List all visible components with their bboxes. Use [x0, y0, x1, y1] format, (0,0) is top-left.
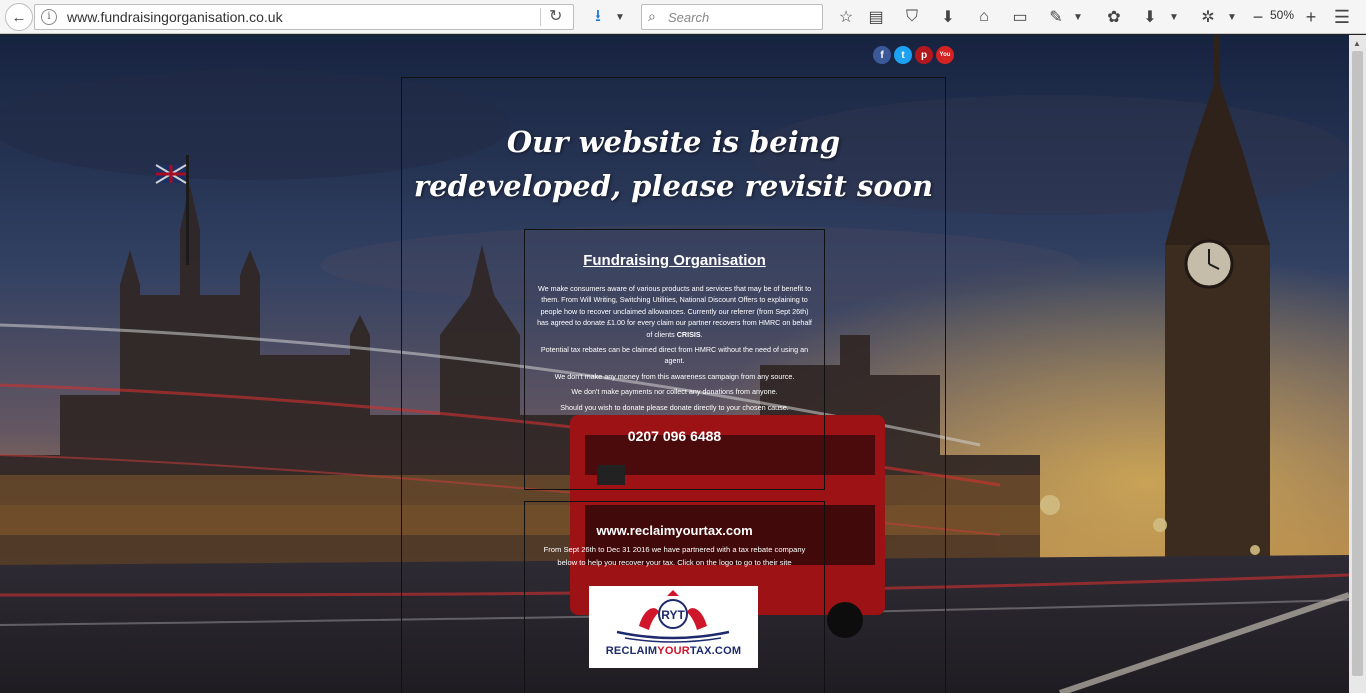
org-paragraph-3: We don't make any money from this awaren… — [554, 371, 795, 381]
page-viewport: f t p You Our website is being redevelop… — [0, 35, 1349, 693]
youtube-icon[interactable]: You — [936, 46, 954, 64]
urlbar-divider — [540, 8, 541, 26]
org-paragraph-1: We make consumers aware of various produ… — [537, 284, 812, 339]
chevron-down-icon[interactable]: ▼ — [612, 5, 628, 29]
page-headline: Our website is being redeveloped, please… — [413, 125, 934, 203]
star-icon[interactable]: ☆ — [834, 5, 858, 29]
chevron-down-icon[interactable]: ▼ — [1224, 5, 1240, 29]
chevron-down-icon[interactable]: ▼ — [1166, 5, 1182, 29]
url-text[interactable]: www.fundraisingorganisation.co.uk — [67, 9, 283, 25]
reload-icon[interactable]: ↻ — [549, 6, 562, 26]
org-paragraph-5: Should you wish to donate please donate … — [560, 402, 789, 412]
chevron-down-icon[interactable]: ▼ — [1070, 5, 1086, 29]
ruler-icon[interactable]: ▭ — [1008, 5, 1032, 29]
org-title: Fundraising Organisation — [583, 252, 766, 269]
hamburger-menu-icon[interactable]: ☰ — [1330, 5, 1354, 29]
org-description: We make consumers aware of various produ… — [536, 283, 813, 417]
scrollbar-thumb[interactable] — [1352, 51, 1363, 676]
logo-wordmark: RECLAIMYOURTAX.COM — [605, 645, 742, 657]
scroll-up-icon[interactable]: ▲ — [1353, 39, 1361, 48]
browser-toolbar: ← i www.fundraisingorganisation.co.uk ↻ … — [0, 0, 1366, 34]
zoom-level[interactable]: 50% — [1270, 8, 1294, 22]
eyedropper-icon[interactable]: ✎ — [1044, 5, 1068, 29]
downloads-icon[interactable]: ⬇ — [936, 5, 960, 29]
crest-icon: RYT — [616, 590, 730, 643]
arrow-left-icon: ← — [11, 8, 27, 26]
vertical-scrollbar[interactable]: ▲ — [1349, 35, 1366, 693]
search-placeholder: Search — [668, 10, 710, 25]
download-arrow-icon[interactable]: ⭳ — [586, 5, 610, 29]
twitter-icon[interactable]: t — [894, 46, 912, 64]
reading-list-icon[interactable]: ▤ — [864, 5, 888, 29]
pocket-icon[interactable]: ⛉ — [900, 5, 924, 29]
zoom-out-button[interactable]: − — [1246, 5, 1270, 29]
zoom-in-button[interactable]: + — [1299, 5, 1323, 29]
info-icon[interactable]: i — [41, 9, 57, 25]
address-bar[interactable]: i www.fundraisingorganisation.co.uk ↻ — [34, 4, 574, 30]
reclaimyourtax-logo[interactable]: RYT RECLAIMYOURTAX.COM — [589, 586, 758, 668]
phone-number[interactable]: 0207 096 6488 — [524, 428, 825, 444]
download-manager-icon[interactable]: ⬇ — [1138, 5, 1162, 29]
search-icon: ⌕ — [648, 8, 656, 24]
extension-icon[interactable]: ✲ — [1196, 5, 1220, 29]
logo-initials: RYT — [661, 608, 685, 622]
social-links: f t p You — [873, 46, 954, 64]
facebook-icon[interactable]: f — [873, 46, 891, 64]
back-button[interactable]: ← — [5, 3, 33, 31]
partner-site-link[interactable]: www.reclaimyourtax.com — [524, 523, 825, 538]
search-input[interactable]: ⌕ Search — [641, 4, 823, 30]
color-picker-icon[interactable]: ✿ — [1102, 5, 1126, 29]
org-paragraph-4: We don't make payments nor collect any d… — [571, 387, 778, 397]
partner-description: From Sept 26th to Dec 31 2016 we have pa… — [543, 545, 806, 567]
home-icon[interactable]: ⌂ — [972, 5, 996, 29]
pinterest-icon[interactable]: p — [915, 46, 933, 64]
org-paragraph-2: Potential tax rebates can be claimed dir… — [540, 345, 809, 366]
